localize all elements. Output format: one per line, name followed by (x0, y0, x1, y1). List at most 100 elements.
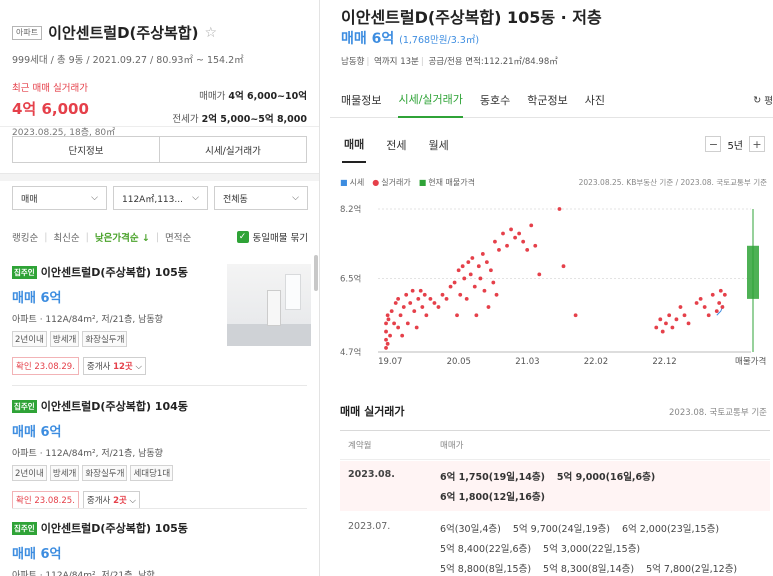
deal-point (670, 325, 675, 330)
agent-count-button[interactable]: 중개사 12곳 ⌵ (82, 357, 146, 375)
listing-scrollbar[interactable] (314, 255, 318, 291)
deal-point (706, 313, 711, 318)
deal-month: 2023.07. (348, 521, 391, 532)
subtab-monthly[interactable]: 월세 (427, 127, 451, 163)
deal-point (389, 309, 394, 314)
price-history-button[interactable]: 시세/실거래가 (159, 137, 306, 162)
x-tick-label: 21.03 (515, 357, 539, 367)
legend-market: 시세 (340, 177, 365, 188)
listing-tags: 2년이내 방세개 화장실두개 세대당1대 (12, 465, 307, 481)
sort-ranking[interactable]: 랭킹순 (12, 230, 38, 244)
period-plus-button[interactable]: + (749, 136, 765, 152)
deal-point (517, 231, 522, 236)
owner-badge: 집주인 (12, 521, 37, 535)
deal-point (513, 235, 517, 240)
filter-bar: 매매 ⌵ 112A㎡,113... ⌵ 전체동 ⌵ (12, 186, 308, 210)
tab-listing-info[interactable]: 매물정보 (341, 82, 381, 118)
owner-badge: 집주인 (12, 265, 37, 279)
deal-type-select[interactable]: 매매 ⌵ (12, 186, 107, 210)
sort-low-price[interactable]: 낮은가격순 ↓ (95, 230, 150, 244)
listing-item[interactable]: 집주인 이안센트럴D(주상복합) 104동 매매 6억 아파트 · 112A/84… (12, 398, 307, 509)
deal-point (682, 313, 687, 318)
deal-value: 5억 3,000(22일,15층) (543, 544, 641, 555)
period-minus-button[interactable]: − (705, 136, 722, 152)
tab-unit[interactable]: 동호수 (480, 82, 510, 118)
listing-title: 이안센트럴D(주상복합) 105동 (40, 266, 188, 279)
tab-photos[interactable]: 사진 (585, 82, 605, 118)
deal-point (392, 321, 396, 326)
deal-point (462, 276, 467, 281)
sort-area[interactable]: 면적순 (165, 230, 191, 244)
dong-value: 전체동 (223, 194, 248, 205)
listing-tag: 방세개 (49, 465, 80, 481)
listing-item[interactable]: 집주인 이안센트럴D(주상복합) 105동 매매 6억 아파트 · 112A/84… (12, 520, 307, 576)
period-control: − 5년 + (705, 136, 765, 152)
deal-point (484, 260, 489, 265)
complex-name: 이안센트럴D(주상복합) (48, 24, 199, 42)
deal-point (474, 313, 479, 318)
deal-type-tabs: 매매 전세 월세 − 5년 + (330, 127, 773, 163)
listing-photo[interactable] (227, 264, 311, 346)
listing-title: 이안센트럴D(주상복합) 105동 (40, 522, 188, 535)
deal-point (664, 321, 668, 326)
listing-confirm-row: 확인 23.08.29. 중개사 12곳 ⌵ (12, 357, 307, 375)
sort-latest[interactable]: 최신순 (53, 230, 79, 244)
deal-point (405, 321, 410, 326)
deal-value: 6억 1,800(12일,16층) (440, 492, 545, 503)
price-chart: 8.2억 6.5억 4.7억 19.07 20.05 21.03 22.02 22.12 매물가… (340, 204, 766, 367)
complex-panel: 아파트 이안센트럴D(주상복합) ☆ 999세대 / 총 9동 / 2021.0… (0, 0, 320, 576)
listing-divider (12, 385, 307, 386)
dong-select[interactable]: 전체동 ⌵ (214, 186, 308, 210)
listing-tag: 2년이내 (12, 331, 47, 347)
y-tick-label: 6.5억 (340, 273, 361, 284)
deal-point (717, 301, 722, 305)
agent-prefix: 중개사 (86, 362, 114, 372)
same-listing-label: 동일매물 묶기 (252, 233, 308, 244)
deal-point (428, 296, 433, 301)
tab-price-history[interactable]: 시세/실거래가 (398, 82, 463, 118)
deal-point (455, 313, 459, 318)
deal-point (470, 256, 475, 260)
chevron-down-icon: ⌵ (292, 193, 299, 203)
deal-point (710, 292, 715, 297)
deal-point (384, 337, 388, 342)
deals-source: 2023.08. 국토교통부 기준 (669, 408, 767, 418)
deal-value: 5억 9,700(24일,19층) (512, 524, 610, 535)
deal-point (466, 260, 471, 265)
subtab-jeonse[interactable]: 전세 (384, 127, 408, 163)
deal-point (412, 309, 417, 314)
area-select[interactable]: 112A㎡,113... ⌵ (113, 186, 208, 210)
chart-legend: 시세 실거래가 현재 매물가격 (340, 177, 475, 188)
deal-point (436, 305, 441, 309)
same-listing-toggle[interactable]: ✓ 동일매물 묶기 (236, 230, 308, 244)
agent-count: 2곳 (113, 496, 127, 506)
detail-tabs: 매물정보 시세/실거래가 동호수 학군정보 사진 ↻ 평 (330, 82, 773, 118)
listing-confirm-row: 확인 23.08.25. 중개사 2곳 ⌵ (12, 491, 307, 509)
agent-count-button[interactable]: 중개사 2곳 ⌵ (82, 491, 140, 509)
listing-item[interactable]: 집주인 이안센트럴D(주상복합) 105동 매매 6억 아파트 · 112A/84… (12, 264, 311, 375)
pyeong-toggle[interactable]: ↻ 평 (753, 82, 773, 118)
tab-school[interactable]: 학군정보 (527, 82, 567, 118)
favorite-star-icon[interactable]: ☆ (204, 25, 217, 41)
sale-range-row: 매매가 4억 6,000~10억 (172, 88, 307, 102)
complex-info-button[interactable]: 단지정보 (13, 137, 159, 162)
deal-point (480, 252, 485, 256)
deal-value: 5억 8,800(8일,15층) (440, 564, 532, 575)
deal-point (404, 292, 409, 297)
detail-price-per: (1,768만원/3.3㎡) (399, 35, 480, 46)
deal-point (694, 301, 699, 305)
deal-point (525, 247, 530, 252)
deal-point (482, 288, 487, 293)
deal-point (658, 317, 663, 322)
period-value: 5년 (727, 140, 743, 152)
complex-sub-info: 999세대 / 총 9동 / 2021.09.27 / 80.93㎡ ~ 154… (12, 55, 244, 66)
section-separator (0, 173, 319, 181)
chart-source: 2023.08.25. KB부동산 기준 / 2023.08. 국토교통부 기준 (578, 178, 767, 187)
subtab-sale[interactable]: 매매 (342, 127, 367, 163)
legend-actual: 실거래가 (372, 177, 410, 188)
deal-point (432, 301, 437, 305)
deal-point (408, 301, 413, 305)
deal-point (501, 231, 505, 236)
detail-meta: 남동향 | 역까지 13분 | 공급/전용 면적:112.21㎡/84.98㎡ (341, 57, 558, 67)
deals-header-price: 매매가 (440, 441, 464, 451)
